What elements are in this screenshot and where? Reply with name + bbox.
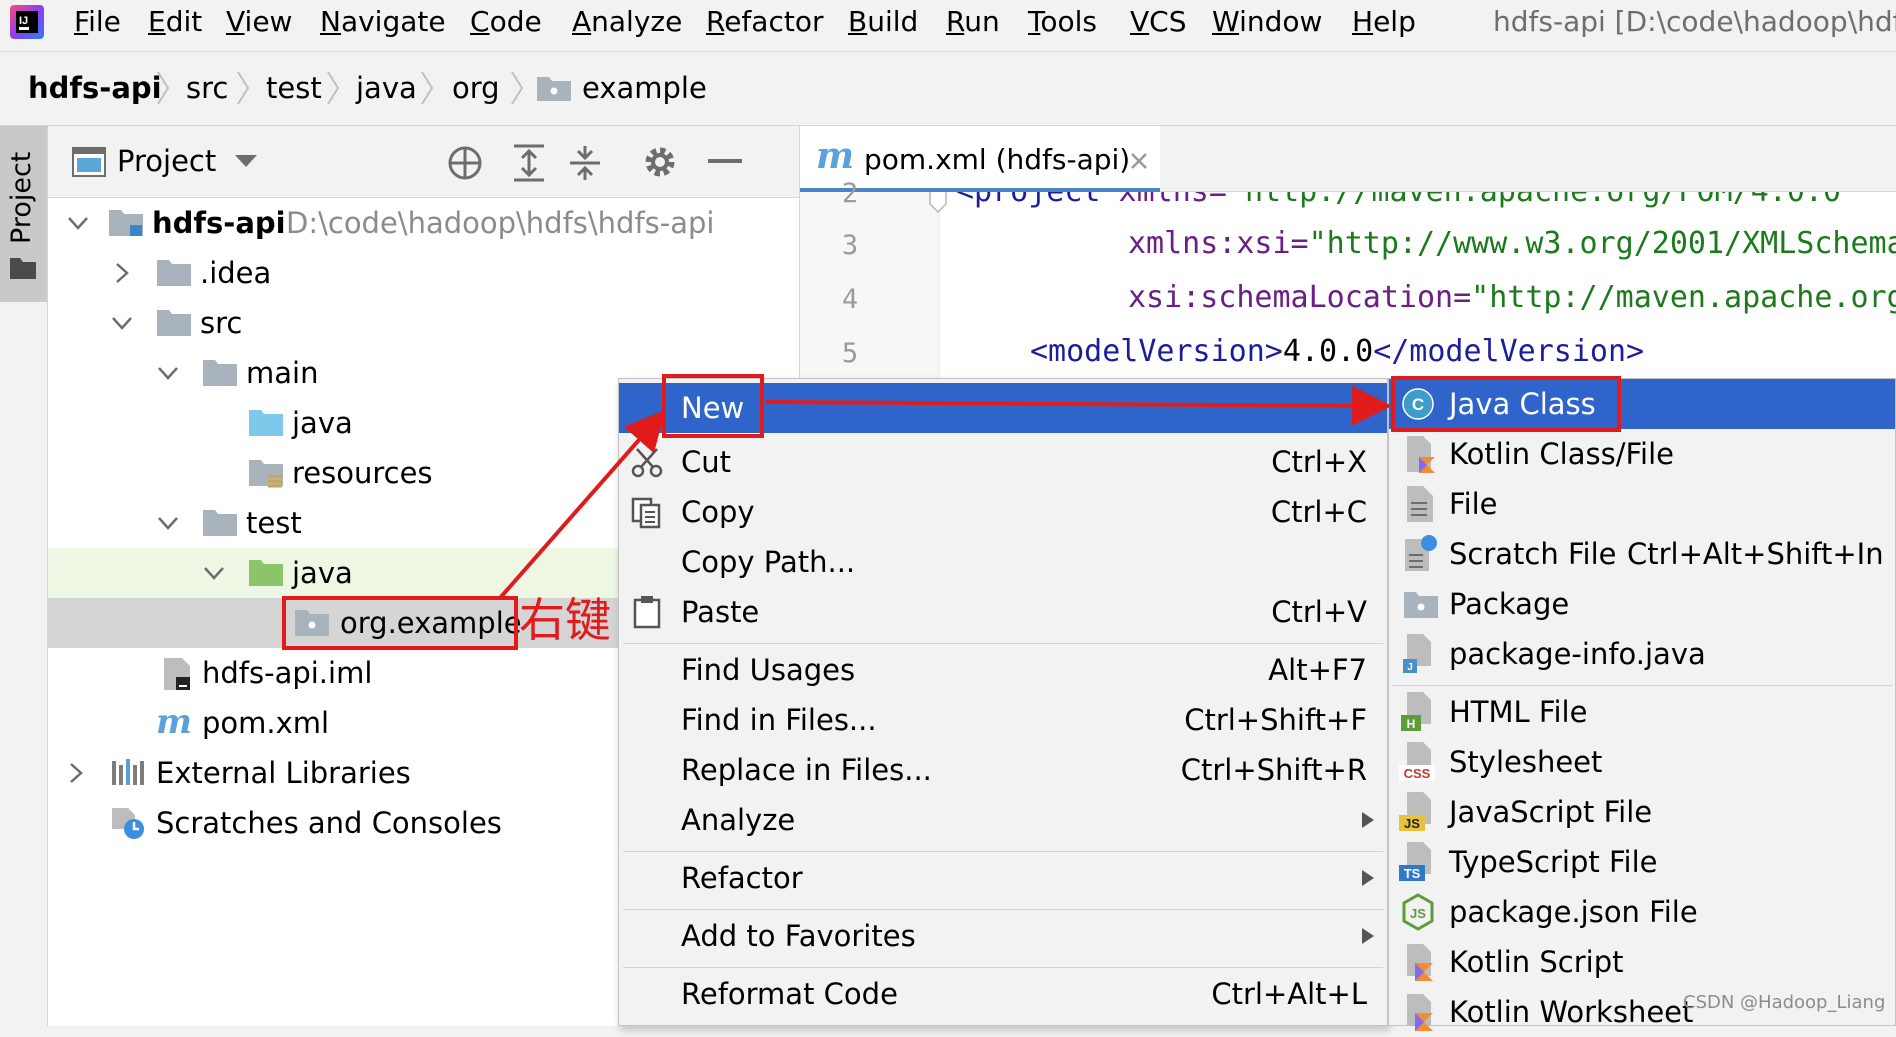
annotation-arrows: [498, 385, 1392, 600]
watermark: CSDN @Hadoop_Liang: [1683, 992, 1886, 1013]
arrow-to-java-class: [765, 385, 1392, 426]
arrow-to-new: [498, 409, 666, 600]
